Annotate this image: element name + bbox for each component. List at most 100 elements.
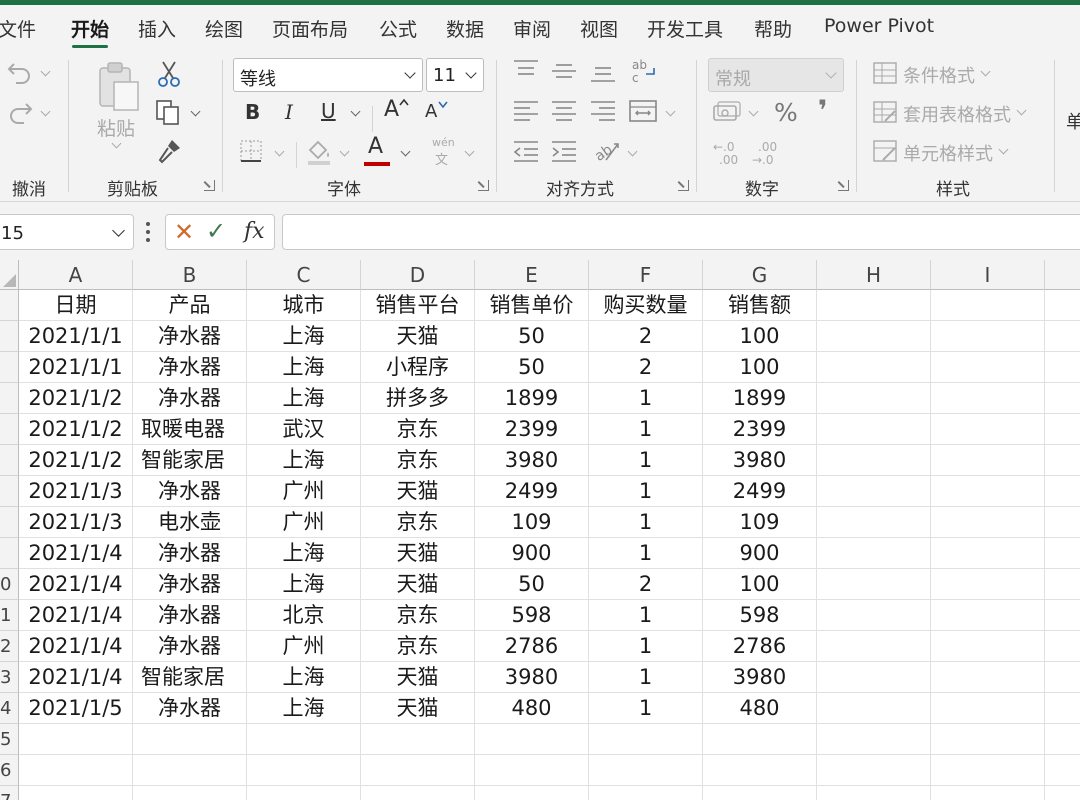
row-header[interactable] bbox=[0, 445, 19, 476]
cell[interactable]: 3980 bbox=[475, 445, 589, 476]
cell[interactable] bbox=[931, 600, 1045, 631]
cell[interactable] bbox=[817, 662, 931, 693]
cell[interactable] bbox=[931, 693, 1045, 724]
cell[interactable]: 上海 bbox=[247, 538, 361, 569]
cell[interactable]: 50 bbox=[475, 352, 589, 383]
format-as-table-button[interactable]: 套用表格格式 bbox=[903, 101, 1011, 127]
header-cell[interactable]: 销售平台 bbox=[361, 290, 475, 321]
cell[interactable] bbox=[1045, 755, 1080, 786]
cell[interactable]: 900 bbox=[703, 538, 817, 569]
row-header[interactable] bbox=[0, 383, 19, 414]
cell[interactable]: 1 bbox=[589, 445, 703, 476]
decrease-font-size-button[interactable]: A bbox=[425, 101, 437, 122]
cell[interactable]: 天猫 bbox=[361, 321, 475, 352]
underline-dropdown-chevron-icon[interactable] bbox=[350, 106, 361, 117]
tab-file[interactable]: 文件 bbox=[0, 15, 36, 42]
cell[interactable]: 2021/1/1 bbox=[19, 321, 133, 352]
cell[interactable]: 净水器 bbox=[133, 569, 247, 600]
cell[interactable] bbox=[817, 631, 931, 662]
cell[interactable]: 1 bbox=[589, 414, 703, 445]
format-painter-icon[interactable] bbox=[156, 138, 182, 164]
fill-color-bucket-icon[interactable] bbox=[304, 136, 334, 166]
cell[interactable]: 100 bbox=[703, 569, 817, 600]
cell[interactable]: 2399 bbox=[475, 414, 589, 445]
cell[interactable]: 净水器 bbox=[133, 476, 247, 507]
cell[interactable]: 京东 bbox=[361, 600, 475, 631]
cell[interactable]: 1 bbox=[589, 662, 703, 693]
row-header[interactable]: 1 bbox=[0, 600, 19, 631]
cell[interactable]: 598 bbox=[475, 600, 589, 631]
cell[interactable]: 1 bbox=[589, 631, 703, 662]
cell[interactable]: 2021/1/2 bbox=[19, 383, 133, 414]
cell[interactable]: 武汉 bbox=[247, 414, 361, 445]
cell[interactable]: 取暖电器 bbox=[133, 414, 247, 445]
cell[interactable]: 小程序 bbox=[361, 352, 475, 383]
confirm-entry-icon[interactable]: ✓ bbox=[206, 217, 226, 245]
cell[interactable]: 京东 bbox=[361, 631, 475, 662]
conditional-formatting-chevron-icon[interactable] bbox=[980, 66, 991, 77]
cell[interactable]: 天猫 bbox=[361, 569, 475, 600]
cell[interactable] bbox=[703, 786, 817, 800]
column-header-h[interactable]: H bbox=[817, 260, 931, 290]
cell[interactable] bbox=[931, 724, 1045, 755]
fill-color-dropdown-chevron-icon[interactable] bbox=[339, 146, 350, 157]
undo-icon[interactable] bbox=[6, 58, 34, 86]
cell[interactable] bbox=[1045, 569, 1080, 600]
cell[interactable] bbox=[817, 321, 931, 352]
merge-center-icon[interactable] bbox=[628, 98, 658, 124]
cell[interactable]: 3980 bbox=[475, 662, 589, 693]
cell[interactable]: 广州 bbox=[247, 476, 361, 507]
cell[interactable]: 天猫 bbox=[361, 538, 475, 569]
cell[interactable] bbox=[1045, 600, 1080, 631]
column-header-d[interactable]: D bbox=[361, 260, 475, 290]
cell-styles-chevron-icon[interactable] bbox=[998, 144, 1009, 155]
cell[interactable] bbox=[1045, 724, 1080, 755]
cell[interactable] bbox=[931, 352, 1045, 383]
tab-power-pivot[interactable]: Power Pivot bbox=[824, 15, 934, 37]
select-all-corner[interactable] bbox=[0, 260, 19, 290]
cell[interactable]: 109 bbox=[475, 507, 589, 538]
number-dialog-launcher-icon[interactable] bbox=[838, 180, 849, 191]
cell[interactable]: 净水器 bbox=[133, 631, 247, 662]
redo-dropdown-chevron-icon[interactable] bbox=[40, 106, 51, 117]
cell[interactable] bbox=[703, 755, 817, 786]
cell[interactable]: 电水壶 bbox=[133, 507, 247, 538]
row-header[interactable] bbox=[0, 321, 19, 352]
cell[interactable] bbox=[703, 724, 817, 755]
row-header[interactable] bbox=[0, 414, 19, 445]
cell[interactable] bbox=[931, 538, 1045, 569]
cell[interactable] bbox=[931, 290, 1045, 321]
cut-icon[interactable] bbox=[156, 60, 182, 88]
row-header[interactable] bbox=[0, 538, 19, 569]
cell[interactable] bbox=[931, 321, 1045, 352]
font-name-combobox[interactable]: 等线 bbox=[233, 58, 423, 92]
cell[interactable]: 天猫 bbox=[361, 662, 475, 693]
cell[interactable]: 480 bbox=[703, 693, 817, 724]
align-middle-icon[interactable] bbox=[550, 58, 578, 84]
cell[interactable] bbox=[1045, 290, 1080, 321]
cell[interactable] bbox=[1045, 693, 1080, 724]
header-cell[interactable]: 城市 bbox=[247, 290, 361, 321]
align-top-icon[interactable] bbox=[512, 58, 540, 84]
cell[interactable]: 天猫 bbox=[361, 693, 475, 724]
cell[interactable] bbox=[931, 755, 1045, 786]
cell[interactable] bbox=[931, 445, 1045, 476]
copy-icon[interactable] bbox=[154, 98, 182, 126]
decrease-indent-icon[interactable] bbox=[512, 138, 540, 164]
cell[interactable] bbox=[817, 724, 931, 755]
cell-styles-button[interactable]: 单元格样式 bbox=[903, 140, 993, 166]
phonetic-guide-char[interactable]: 文 bbox=[435, 149, 448, 168]
column-header-g[interactable]: G bbox=[703, 260, 817, 290]
format-as-table-icon[interactable] bbox=[873, 101, 897, 123]
cell[interactable] bbox=[817, 693, 931, 724]
row-header[interactable]: 0 bbox=[0, 569, 19, 600]
name-box-chevron-down-icon[interactable] bbox=[112, 224, 125, 237]
cell[interactable] bbox=[1045, 445, 1080, 476]
cell[interactable] bbox=[817, 352, 931, 383]
cell[interactable] bbox=[817, 383, 931, 414]
cell[interactable]: 智能家居 bbox=[133, 445, 247, 476]
alignment-dialog-launcher-icon[interactable] bbox=[678, 180, 689, 191]
cell[interactable]: 2399 bbox=[703, 414, 817, 445]
cell[interactable]: 净水器 bbox=[133, 352, 247, 383]
cell[interactable] bbox=[931, 662, 1045, 693]
